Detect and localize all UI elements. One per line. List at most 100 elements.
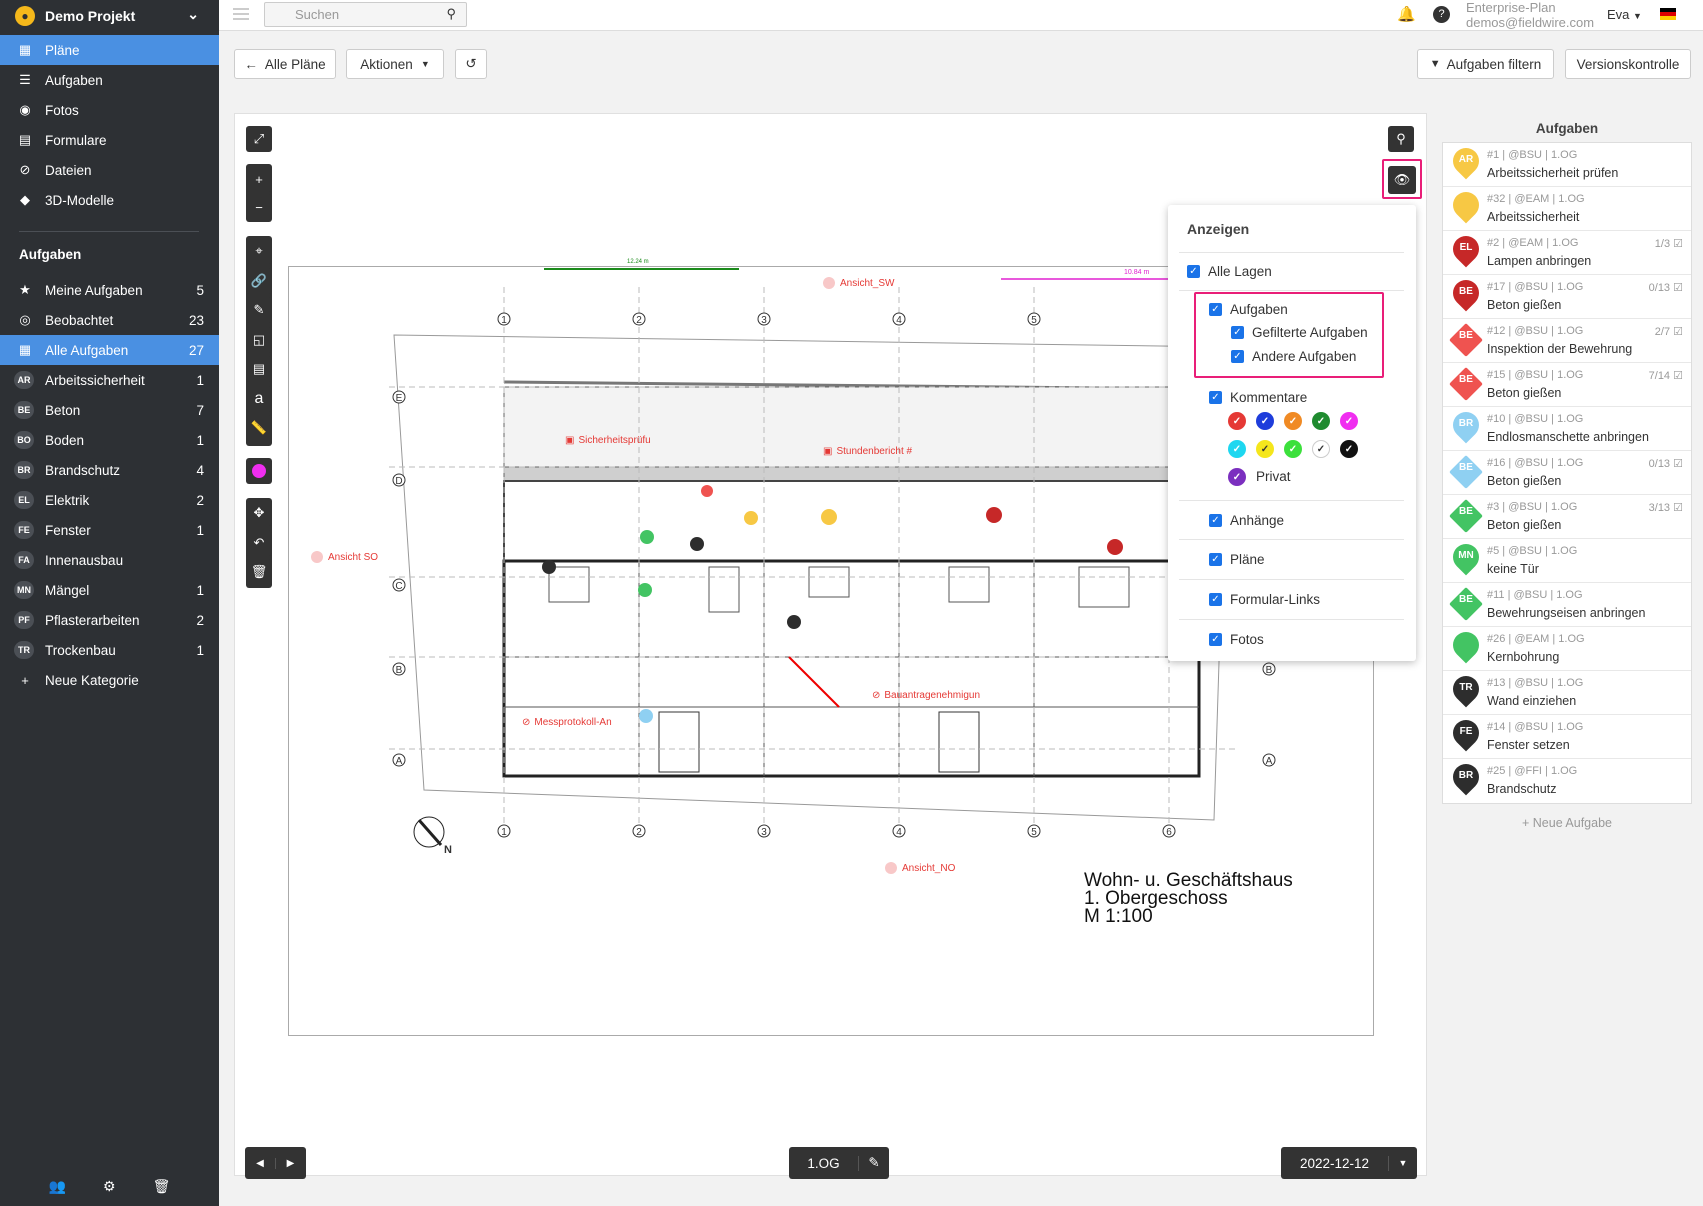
task-row[interactable]: TR #13 | @BSU | 1.OG Wand einziehen — [1443, 670, 1691, 715]
history-button[interactable]: ↺ — [455, 49, 487, 79]
marker-messprotokoll[interactable]: ⊘ Messprotokoll-An — [522, 717, 612, 728]
tasks-checkbox[interactable]: ✓ Aufgaben — [1209, 302, 1288, 317]
next-sheet-icon[interactable]: ▶ — [276, 1158, 306, 1169]
task-row[interactable]: EL #2 | @EAM | 1.OG Lampen anbringen 1/3 ☑ — [1443, 230, 1691, 275]
task-row[interactable]: #32 | @EAM | 1.OG Arbeitssicherheit — [1443, 186, 1691, 231]
bell-icon[interactable]: 🔔 — [1397, 5, 1416, 23]
category-item[interactable]: EL Elektrik 2 — [0, 485, 219, 515]
filter-item[interactable]: ★ Meine Aufgaben 5 — [0, 275, 219, 305]
photos-checkbox[interactable]: ✓ Fotos — [1209, 632, 1264, 647]
fullscreen-icon[interactable]: ⤢ — [246, 126, 272, 152]
all-plans-button[interactable]: ← Alle Pläne — [234, 49, 336, 79]
sidebar-item-fotos[interactable]: ◉ Fotos — [0, 95, 219, 125]
category-item[interactable]: FA Innenausbau — [0, 545, 219, 575]
comment-color-toggle[interactable]: ✓ — [1284, 412, 1302, 430]
other-tasks-checkbox[interactable]: ✓ Andere Aufgaben — [1231, 349, 1356, 364]
marker-stundenbericht[interactable]: ▣ Stundenbericht # — [823, 446, 912, 457]
move-icon[interactable]: ✥ — [246, 500, 272, 526]
filter-item[interactable]: ◎ Beobachtet 23 — [0, 305, 219, 335]
task-row[interactable]: #26 | @EAM | 1.OG Kernbohrung — [1443, 626, 1691, 671]
marker-ansicht-so[interactable]: Ansicht SO — [311, 551, 378, 563]
marker-ansicht-no[interactable]: Ansicht_NO — [885, 862, 955, 874]
form-links-checkbox[interactable]: ✓ Formular-Links — [1209, 592, 1320, 607]
language-flag-icon[interactable] — [1660, 8, 1676, 20]
category-item[interactable]: AR Arbeitssicherheit 1 — [0, 365, 219, 395]
marker-bauantrag[interactable]: ⊘ Bauantragenehmigun — [872, 690, 980, 701]
search-input[interactable]: Suchen ⚲ — [264, 2, 467, 27]
version-control-button[interactable]: Versionskontrolle — [1565, 49, 1691, 79]
sidebar-item-dateien[interactable]: ⊘ Dateien — [0, 155, 219, 185]
task-row[interactable]: BE #12 | @BSU | 1.OG Inspektion der Bewehr… — [1443, 319, 1691, 363]
filter-item[interactable]: ▦ Alle Aufgaben 27 — [0, 335, 219, 365]
new-task-button[interactable]: + Neue Aufgabe — [1442, 816, 1692, 830]
floor-selector[interactable]: 1.OG ✎ — [789, 1147, 889, 1179]
pin-icon[interactable]: ⌖ — [246, 238, 272, 264]
zoom-out-icon[interactable]: − — [246, 194, 272, 220]
sidebar-item-pläne[interactable]: ▦ Pläne — [0, 35, 219, 65]
user-menu[interactable]: Eva ▼ — [1607, 7, 1642, 22]
toolbox-icon[interactable]: ▤ — [246, 356, 272, 382]
search-icon[interactable]: ⚲ — [1388, 126, 1414, 152]
shapes-icon[interactable]: ◱ — [246, 327, 272, 353]
project-switcher[interactable]: ● Demo Projekt ⌄ — [0, 0, 219, 31]
task-row[interactable]: BE #17 | @BSU | 1.OG Beton gießen 0/13 ☑ — [1443, 274, 1691, 319]
category-label: Fenster — [45, 522, 91, 538]
comment-color-toggle[interactable]: ✓ — [1228, 412, 1246, 430]
link-icon[interactable]: 🔗 — [246, 268, 272, 294]
actions-dropdown[interactable]: Aktionen ▼ — [346, 49, 444, 79]
undo-icon[interactable]: ↶ — [246, 530, 272, 556]
marker-ansicht-sw[interactable]: Ansicht_SW — [823, 277, 894, 289]
filter-tasks-button[interactable]: ▼ Aufgaben filtern — [1417, 49, 1554, 79]
zoom-in-icon[interactable]: + — [246, 166, 272, 192]
category-item[interactable]: TR Trockenbau 1 — [0, 635, 219, 665]
task-row[interactable]: BE #11 | @BSU | 1.OG Bewehrungseisen anbri… — [1443, 583, 1691, 627]
ruler-icon[interactable]: 📏 — [246, 415, 272, 441]
new-category-button[interactable]: + Neue Kategorie — [0, 665, 219, 695]
task-row[interactable]: BE #3 | @BSU | 1.OG Beton gießen 3/13 ☑ — [1443, 495, 1691, 539]
category-item[interactable]: MN Mängel 1 — [0, 575, 219, 605]
comment-color-toggle[interactable]: ✓ — [1312, 412, 1330, 430]
comment-color-toggle[interactable]: ✓ — [1256, 412, 1274, 430]
comment-color-toggle[interactable]: ✓ — [1228, 440, 1246, 458]
all-layers-checkbox[interactable]: ✓ Alle Lagen — [1187, 264, 1272, 279]
sidebar-item-aufgaben[interactable]: ☰ Aufgaben — [0, 65, 219, 95]
gear-icon[interactable]: ⚙ — [103, 1178, 116, 1195]
comment-color-toggle[interactable]: ✓ — [1284, 440, 1302, 458]
pencil-icon[interactable]: ✎ — [859, 1155, 889, 1171]
task-row[interactable]: MN #5 | @BSU | 1.OG keine Tür — [1443, 538, 1691, 583]
color-picker[interactable] — [246, 458, 272, 484]
task-row[interactable]: BE #16 | @BSU | 1.OG Beton gießen 0/13 ☑ — [1443, 451, 1691, 495]
marker-sicherheit[interactable]: ▣ Sicherheitsprüfu — [565, 435, 651, 446]
comment-color-toggle[interactable]: ✓ — [1340, 440, 1358, 458]
task-row[interactable]: AR #1 | @BSU | 1.OG Arbeitssicherheit prüf… — [1443, 142, 1691, 187]
eye-icon[interactable]: 👁 — [1388, 166, 1416, 194]
menu-icon[interactable] — [233, 8, 249, 22]
category-item[interactable]: PF Pflasterarbeiten 2 — [0, 605, 219, 635]
task-row[interactable]: FE #14 | @BSU | 1.OG Fenster setzen — [1443, 714, 1691, 759]
text-icon[interactable]: a — [246, 386, 272, 412]
task-row[interactable]: BE #15 | @BSU | 1.OG Beton gießen 7/14 ☑ — [1443, 363, 1691, 407]
filtered-tasks-checkbox[interactable]: ✓ Gefilterte Aufgaben — [1231, 325, 1368, 340]
sidebar-item-formulare[interactable]: ▤ Formulare — [0, 125, 219, 155]
sidebar-item-3d-modelle[interactable]: ◆ 3D-Modelle — [0, 185, 219, 215]
help-icon[interactable]: ? — [1433, 6, 1450, 23]
pencil-icon[interactable]: ✎ — [246, 297, 272, 323]
comment-color-toggle[interactable]: ✓ — [1256, 440, 1274, 458]
comment-color-toggle[interactable]: ✓ — [1340, 412, 1358, 430]
plans-checkbox[interactable]: ✓ Pläne — [1209, 552, 1265, 567]
private-color-toggle[interactable]: ✓ — [1228, 468, 1246, 486]
category-item[interactable]: BE Beton 7 — [0, 395, 219, 425]
category-item[interactable]: FE Fenster 1 — [0, 515, 219, 545]
category-item[interactable]: BR Brandschutz 4 — [0, 455, 219, 485]
trash-icon[interactable]: 🗑 — [246, 559, 272, 585]
version-date-selector[interactable]: 2022-12-12 ▼ — [1281, 1147, 1417, 1179]
prev-sheet-icon[interactable]: ◀ — [246, 1157, 276, 1169]
attachments-checkbox[interactable]: ✓ Anhänge — [1209, 513, 1284, 528]
comment-color-toggle[interactable]: ✓ — [1312, 440, 1330, 458]
task-row[interactable]: BR #25 | @FFI | 1.OG Brandschutz — [1443, 758, 1691, 803]
comments-checkbox[interactable]: ✓ Kommentare — [1209, 390, 1307, 405]
task-row[interactable]: BR #10 | @BSU | 1.OG Endlosmanschette anbr… — [1443, 406, 1691, 451]
users-icon[interactable]: 👥 — [49, 1178, 66, 1195]
category-item[interactable]: BO Boden 1 — [0, 425, 219, 455]
trash-icon[interactable]: 🗑 — [153, 1178, 171, 1195]
